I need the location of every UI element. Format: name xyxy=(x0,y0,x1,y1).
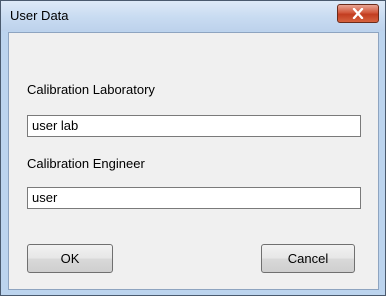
close-icon xyxy=(352,8,364,19)
calibration-engineer-input[interactable]: user xyxy=(27,187,361,209)
close-button[interactable] xyxy=(337,4,379,23)
dialog-window: User Data Calibration Laboratory user la… xyxy=(0,0,386,296)
title-bar[interactable]: User Data xyxy=(1,1,385,31)
cancel-button[interactable]: Cancel xyxy=(261,244,355,273)
calibration-engineer-label: Calibration Engineer xyxy=(27,156,145,171)
calibration-laboratory-input[interactable]: user lab xyxy=(27,115,361,137)
ok-button[interactable]: OK xyxy=(27,244,113,273)
dialog-body: Calibration Laboratory user lab Calibrat… xyxy=(8,32,379,290)
window-title: User Data xyxy=(10,8,69,23)
calibration-laboratory-label: Calibration Laboratory xyxy=(27,82,155,97)
